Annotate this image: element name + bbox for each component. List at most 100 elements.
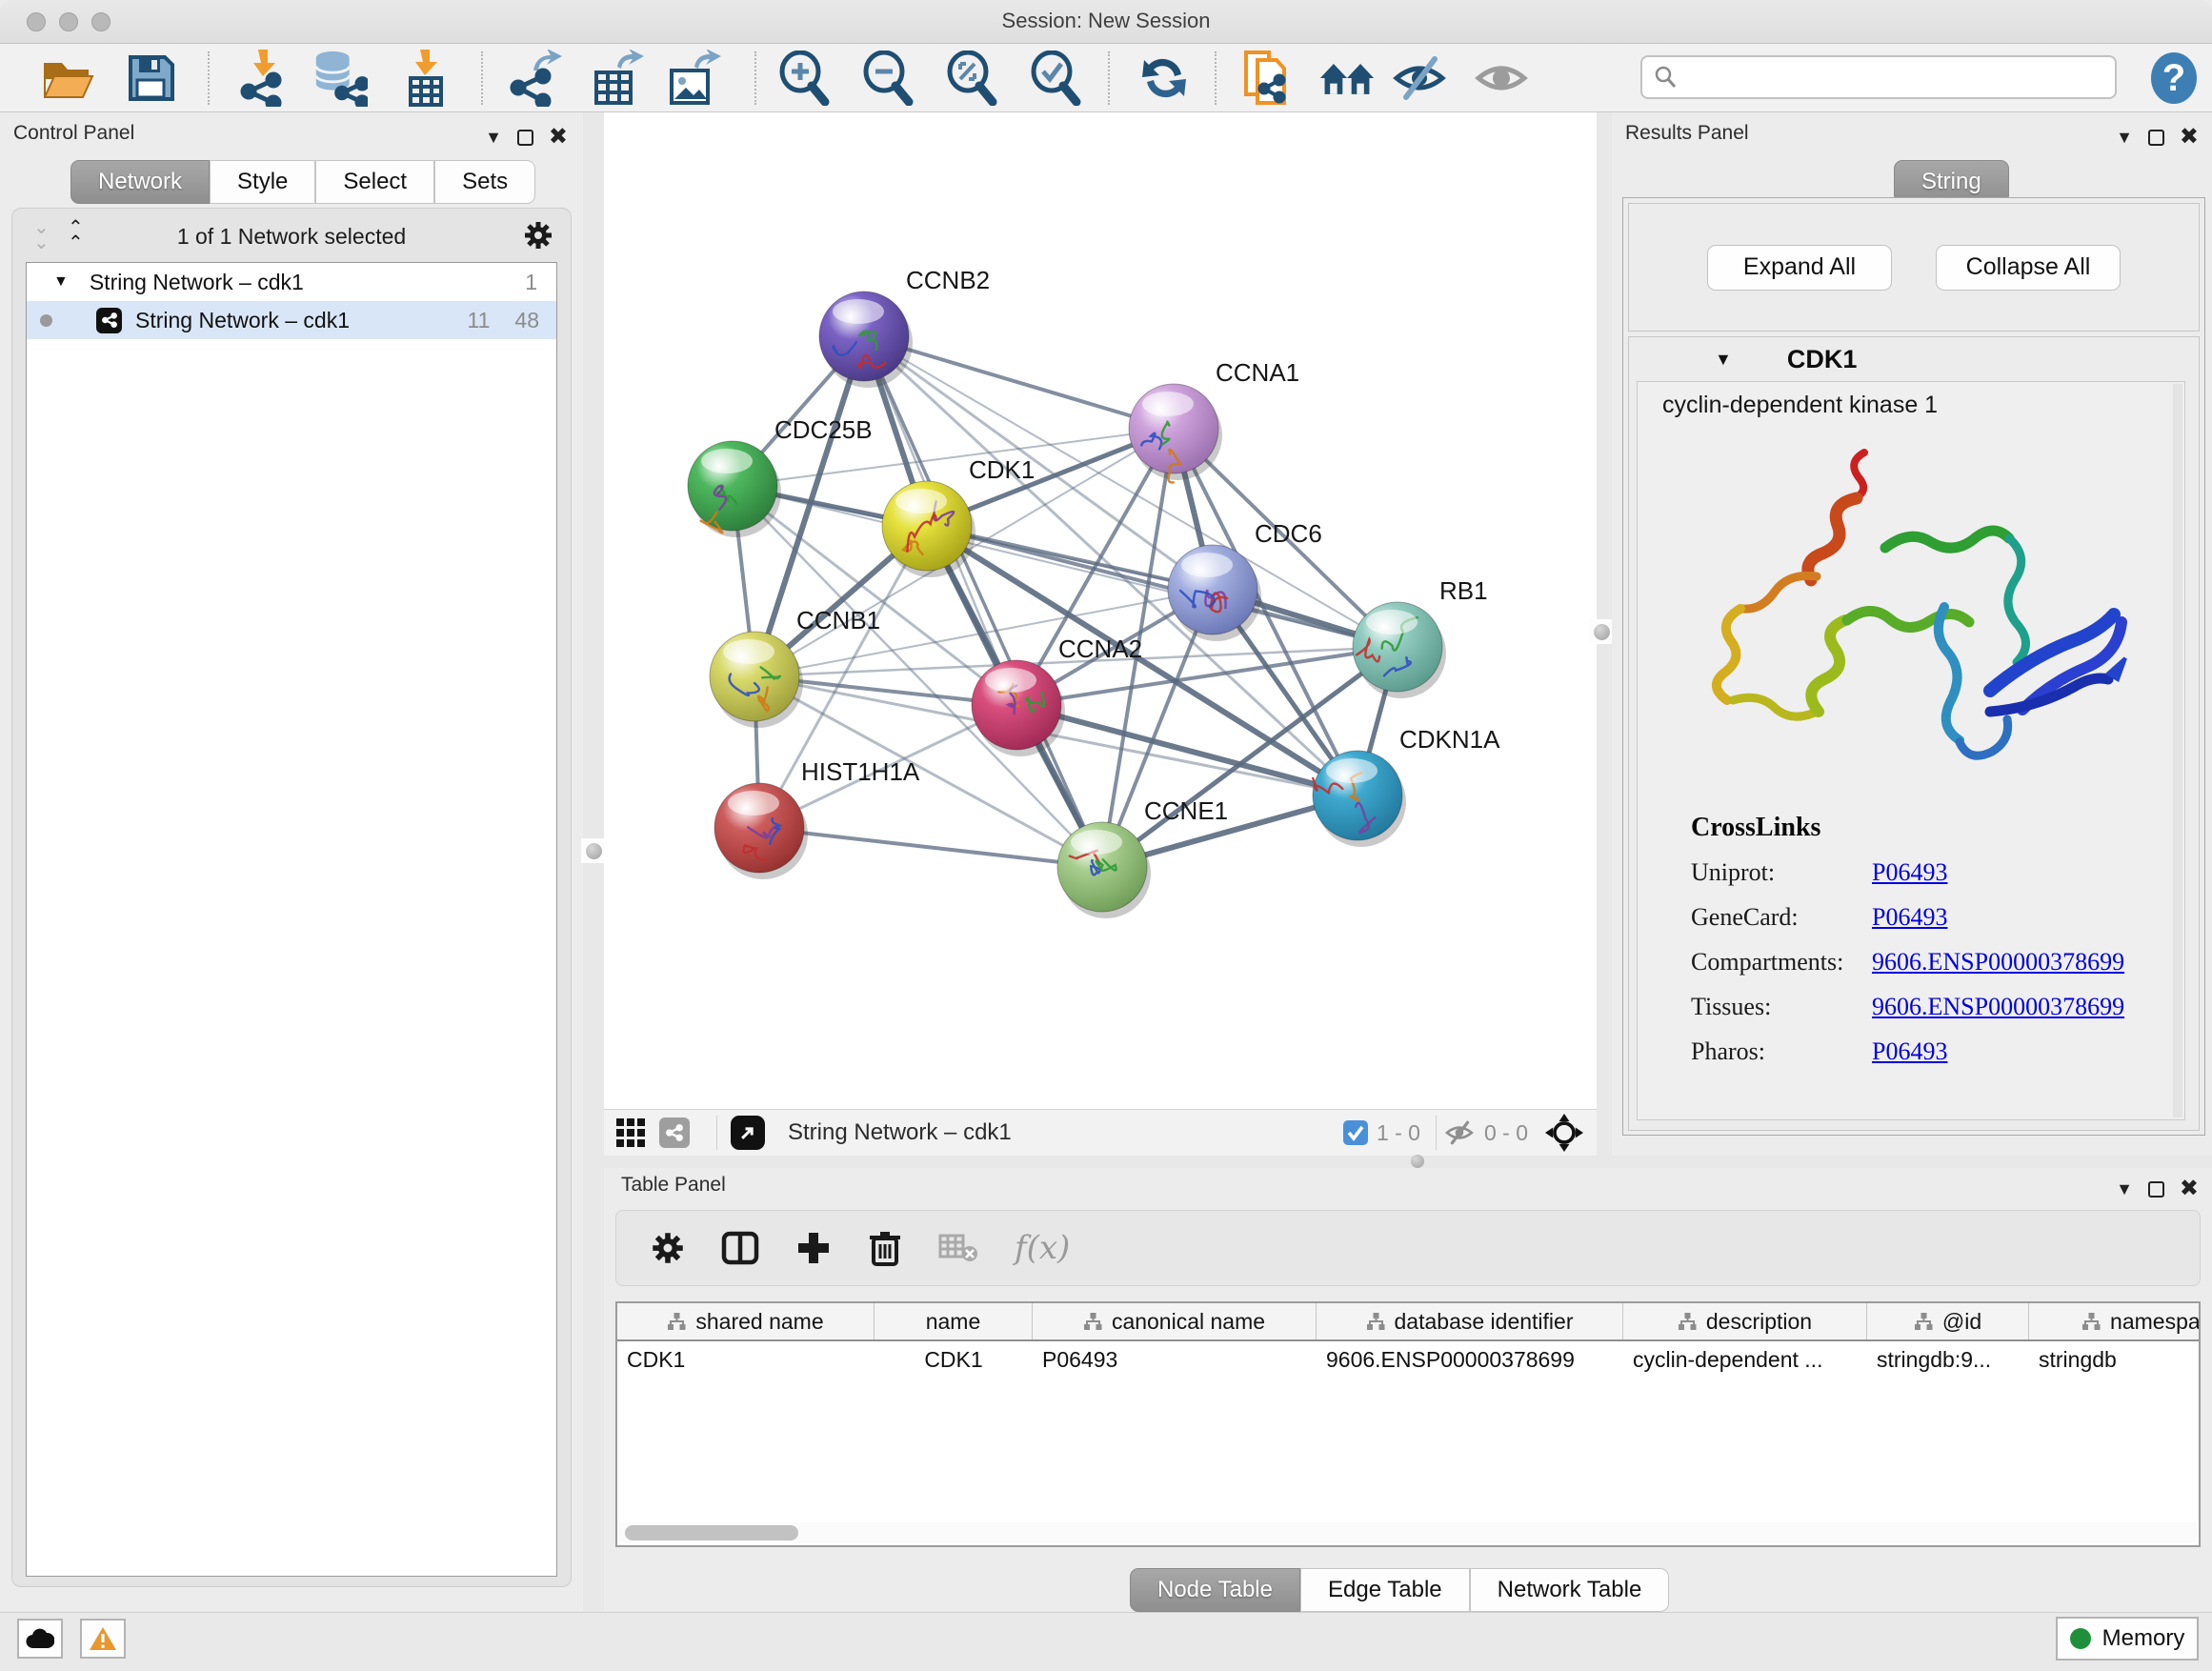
- tissues-link[interactable]: 9606.ENSP00000378699: [1872, 993, 2124, 1021]
- vertical-splitter-right[interactable]: [1597, 112, 1612, 1156]
- warnings-button[interactable]: [80, 1619, 126, 1659]
- splitter-grip[interactable]: [1589, 619, 1614, 644]
- show-columns-icon[interactable]: [721, 1229, 759, 1267]
- table-row[interactable]: CDK1CDK1P064939606.ENSP00000378699cyclin…: [617, 1341, 2199, 1379]
- panel-float-icon[interactable]: [2148, 1181, 2164, 1198]
- import-table-button[interactable]: [396, 50, 453, 107]
- refresh-view-button[interactable]: [1136, 50, 1193, 107]
- table-settings-gear-icon[interactable]: [651, 1231, 685, 1265]
- grid-view-icon[interactable]: [615, 1117, 646, 1148]
- panel-close-icon[interactable]: ✖: [2180, 126, 2199, 149]
- network-view-type-icon[interactable]: [659, 1117, 690, 1148]
- expand-all-button[interactable]: Expand All: [1707, 245, 1892, 291]
- zoom-in-button[interactable]: [775, 50, 833, 107]
- network-row[interactable]: String Network – cdk1 11 48: [27, 301, 556, 339]
- panel-float-icon[interactable]: [517, 130, 533, 146]
- tab-node-table[interactable]: Node Table: [1130, 1568, 1300, 1612]
- tab-edge-table[interactable]: Edge Table: [1300, 1568, 1470, 1612]
- panel-close-icon[interactable]: ✖: [549, 126, 568, 149]
- table-cell[interactable]: CDK1: [875, 1341, 1033, 1379]
- hide-selected-button[interactable]: [1393, 50, 1450, 107]
- network-node-CDKN1A[interactable]: CDKN1A: [1313, 725, 1500, 847]
- compartments-link[interactable]: 9606.ENSP00000378699: [1872, 948, 2124, 976]
- section-expander-icon[interactable]: ▼: [1715, 350, 1732, 370]
- column-header-canonical-name[interactable]: canonical name: [1033, 1303, 1317, 1339]
- network-edge-CCNA2-CDKN1A[interactable]: [1016, 705, 1357, 795]
- table-cell[interactable]: stringdb: [2029, 1341, 2201, 1379]
- network-node-CCNB1[interactable]: CCNB1: [710, 606, 880, 728]
- import-network-database-button[interactable]: [311, 50, 368, 107]
- column-header-name[interactable]: name: [875, 1303, 1033, 1339]
- tab-sets[interactable]: Sets: [434, 160, 535, 204]
- pharos-link[interactable]: P06493: [1872, 1037, 1947, 1066]
- export-table-button[interactable]: [589, 50, 646, 107]
- selected-checkbox-icon[interactable]: [1342, 1119, 1369, 1146]
- network-node-CDK1[interactable]: CDK1: [882, 455, 1035, 577]
- show-all-button[interactable]: [1475, 50, 1532, 107]
- genecard-link[interactable]: P06493: [1872, 903, 1947, 932]
- cloud-status-button[interactable]: [17, 1619, 63, 1659]
- help-button[interactable]: ?: [2145, 50, 2202, 107]
- protein-section-header[interactable]: ▼ CDK1: [1629, 337, 2199, 381]
- first-neighbors-button[interactable]: [1318, 50, 1376, 107]
- column-header-namespace[interactable]: namespace: [2029, 1303, 2201, 1339]
- table-cell[interactable]: cyclin-dependent ...: [1623, 1341, 1867, 1379]
- function-builder-icon[interactable]: f(x): [1015, 1229, 1070, 1267]
- network-node-CCNA1[interactable]: CCNA1: [1129, 358, 1299, 482]
- network-canvas[interactable]: CCNB2CCNA1CDC25BCDK1CDC6RB1CCNB1CCNA2CDK…: [604, 112, 1597, 1109]
- horizontal-splitter[interactable]: [604, 1156, 2212, 1168]
- panel-float-icon[interactable]: [2148, 130, 2164, 146]
- delete-table-icon[interactable]: [938, 1232, 978, 1264]
- panel-menu-icon[interactable]: ▼: [2116, 1180, 2133, 1198]
- column-header-database-identifier[interactable]: database identifier: [1317, 1303, 1623, 1339]
- network-options-gear-icon[interactable]: [523, 220, 553, 251]
- table-cell[interactable]: 9606.ENSP00000378699: [1317, 1341, 1623, 1379]
- zoom-out-button[interactable]: [859, 50, 916, 107]
- table-cell[interactable]: CDK1: [617, 1341, 875, 1379]
- collapse-all-button[interactable]: Collapse All: [1936, 245, 2121, 291]
- network-node-HIST1H1A[interactable]: HIST1H1A: [714, 757, 920, 879]
- tab-style[interactable]: Style: [210, 160, 315, 204]
- new-network-from-selection-button[interactable]: [1237, 50, 1294, 107]
- zoom-fit-button[interactable]: [943, 50, 1000, 107]
- zoom-selected-button[interactable]: [1027, 50, 1084, 107]
- hidden-eye-slash-icon[interactable]: [1444, 1119, 1477, 1146]
- detach-view-icon[interactable]: [731, 1116, 765, 1150]
- open-session-button[interactable]: [40, 50, 97, 107]
- network-node-CDC25B[interactable]: CDC25B: [688, 415, 873, 537]
- table-cell[interactable]: stringdb:9...: [1867, 1341, 2029, 1379]
- panel-menu-icon[interactable]: ▼: [2116, 129, 2133, 146]
- panel-close-icon[interactable]: ✖: [2180, 1178, 2199, 1200]
- column-header-description[interactable]: description: [1623, 1303, 1867, 1339]
- scrollbar-thumb[interactable]: [625, 1525, 798, 1540]
- network-node-CCNE1[interactable]: CCNE1: [1057, 796, 1228, 918]
- vertical-splitter[interactable]: [583, 112, 604, 1612]
- export-network-button[interactable]: [507, 50, 564, 107]
- uniprot-link[interactable]: P06493: [1872, 858, 1947, 887]
- delete-column-trash-icon[interactable]: [868, 1229, 902, 1267]
- memory-button[interactable]: Memory: [2056, 1617, 2199, 1661]
- results-scrollbar[interactable]: [2173, 384, 2182, 1117]
- panel-menu-icon[interactable]: ▼: [485, 129, 502, 146]
- table-cell[interactable]: P06493: [1033, 1341, 1317, 1379]
- network-node-CCNB2[interactable]: CCNB2: [819, 266, 990, 388]
- create-column-icon[interactable]: [795, 1230, 832, 1266]
- birds-eye-view-icon[interactable]: [1545, 1114, 1583, 1152]
- tree-expander-icon[interactable]: ▼: [53, 273, 69, 291]
- table-horizontal-scrollbar[interactable]: [619, 1522, 2197, 1543]
- network-edge-CCNB2-CCNE1[interactable]: [864, 336, 1102, 867]
- export-image-button[interactable]: [665, 50, 722, 107]
- network-node-CCNA2[interactable]: CCNA2: [972, 634, 1142, 756]
- network-edge-CDK1-RB1[interactable]: [927, 526, 1398, 647]
- network-collection-row[interactable]: ▼ String Network – cdk1 1: [27, 263, 556, 301]
- network-edge-HIST1H1A-CCNE1[interactable]: [759, 828, 1102, 867]
- tab-network-table[interactable]: Network Table: [1470, 1568, 1670, 1612]
- tab-network[interactable]: Network: [70, 160, 210, 204]
- save-session-button[interactable]: [122, 50, 179, 107]
- column-header-@id[interactable]: @id: [1867, 1303, 2029, 1339]
- column-header-shared-name[interactable]: shared name: [617, 1303, 875, 1339]
- network-node-RB1[interactable]: RB1: [1353, 576, 1488, 698]
- splitter-grip[interactable]: [581, 838, 606, 863]
- tab-select[interactable]: Select: [315, 160, 434, 204]
- import-network-file-button[interactable]: [234, 50, 292, 107]
